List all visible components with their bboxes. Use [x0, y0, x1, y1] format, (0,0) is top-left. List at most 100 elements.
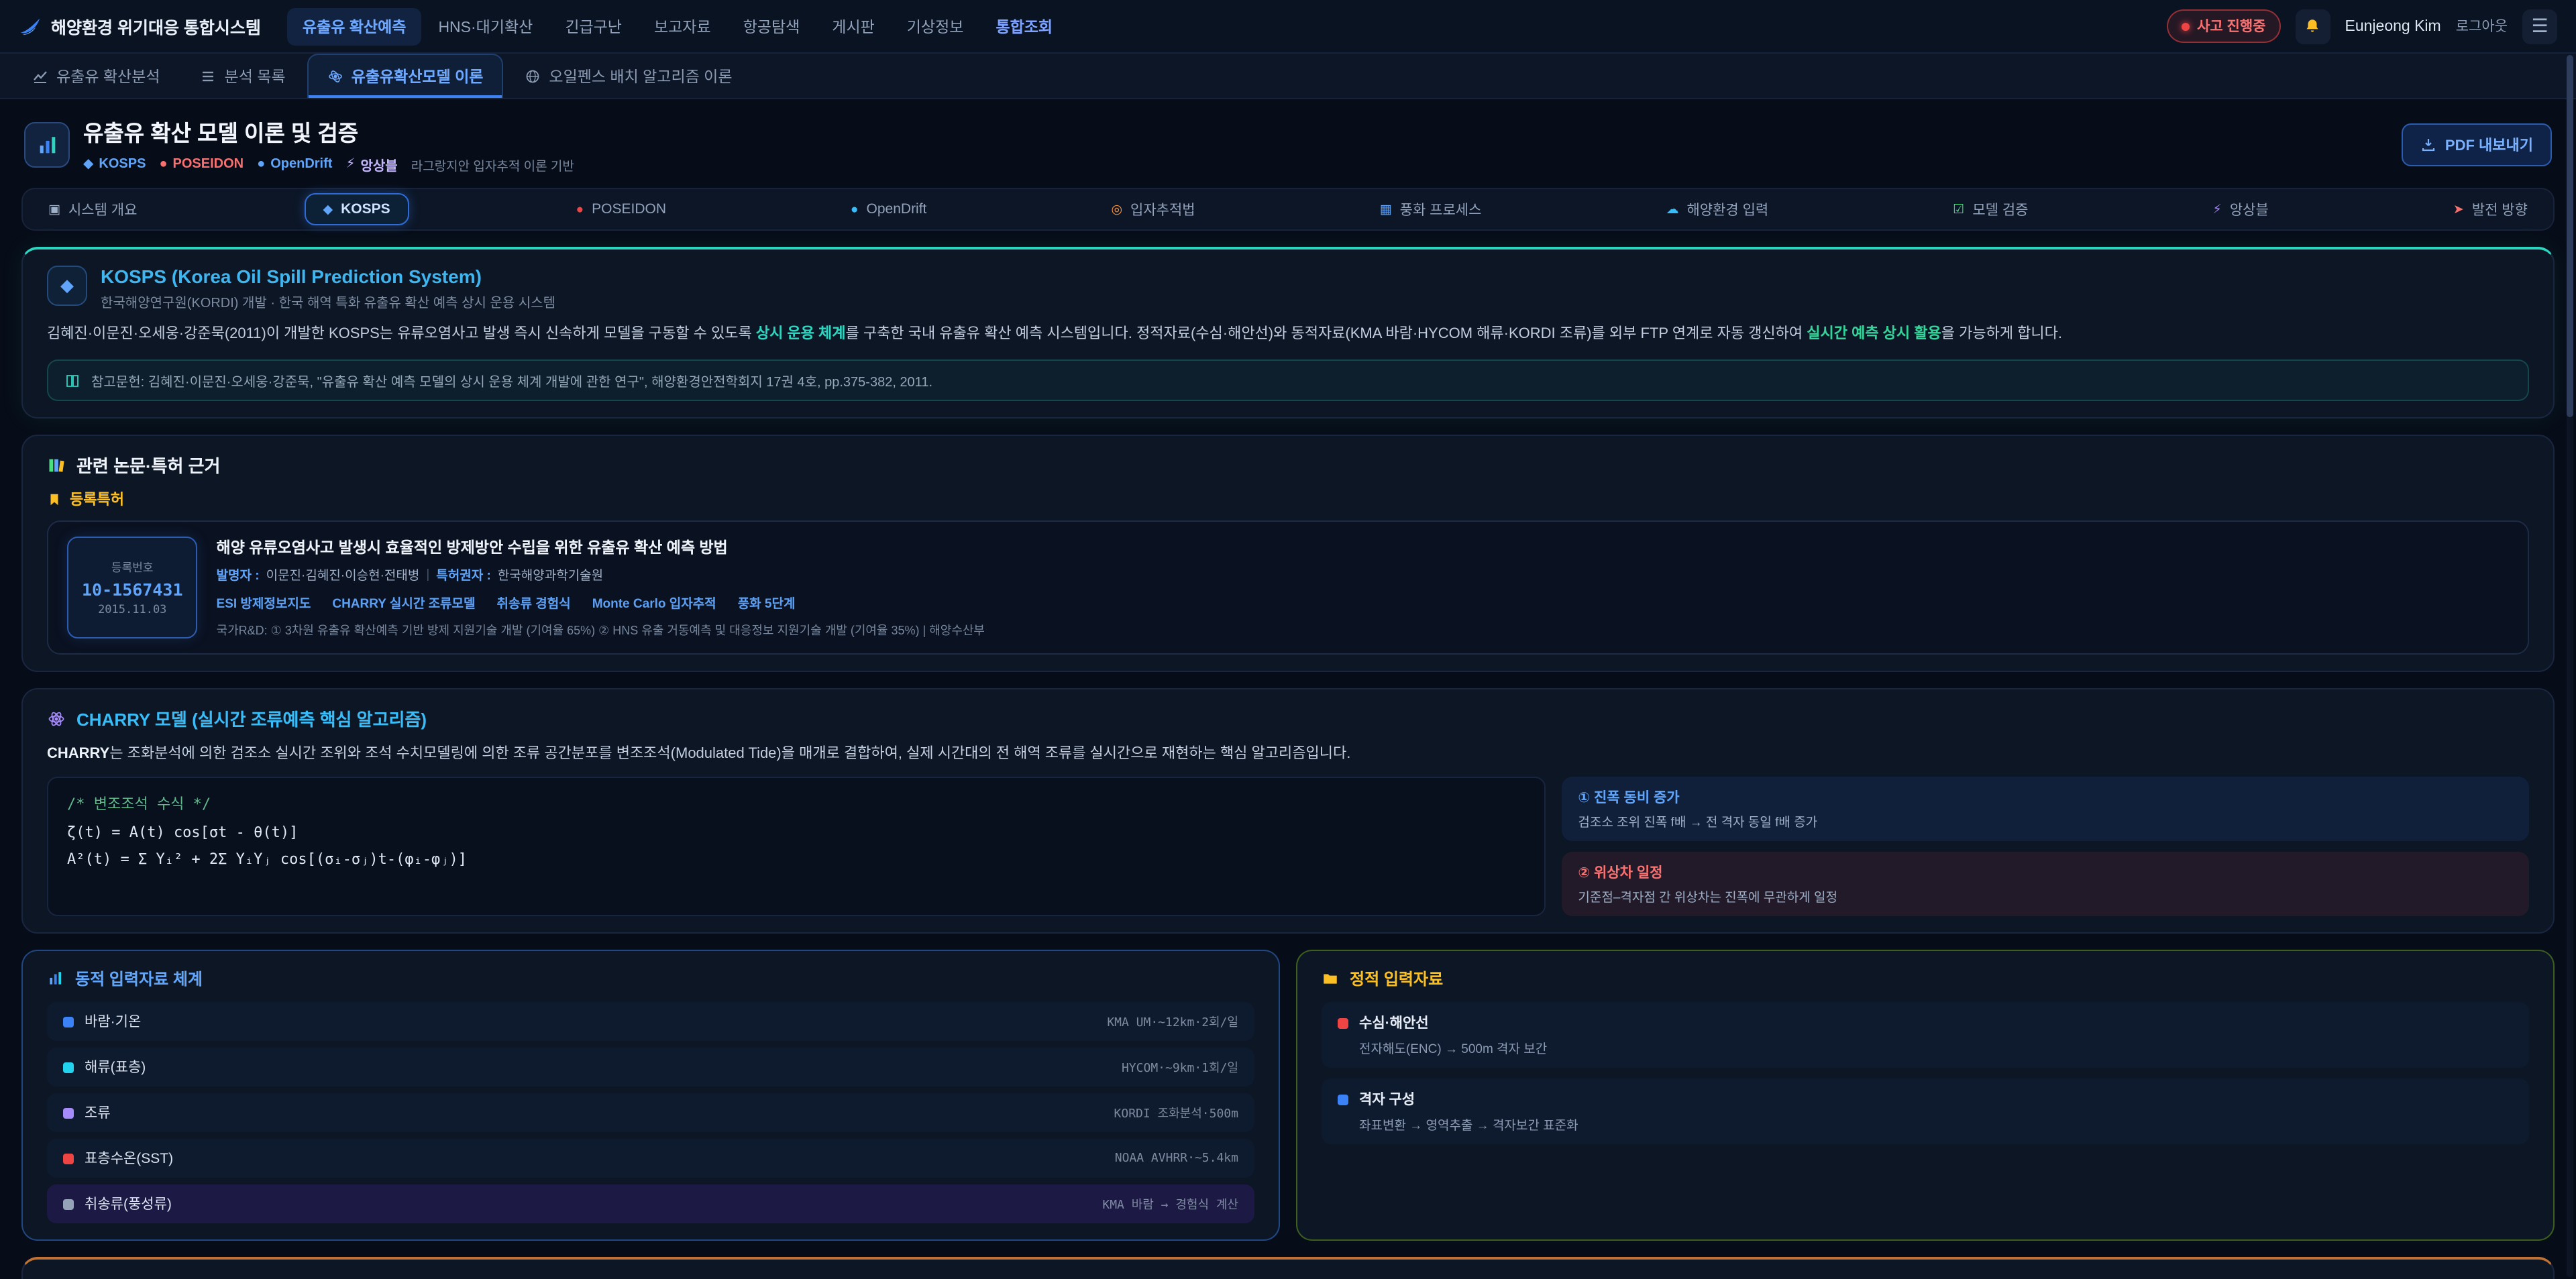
- section-nav-ensemble[interactable]: ⚡앙상블: [2196, 192, 2286, 226]
- charry-formula-block: /* 변조조석 수식 */ ζ(t) = A(t) cos[σt - θ(t)]…: [47, 777, 1546, 917]
- section-nav-future[interactable]: ➤발전 방향: [2436, 192, 2545, 226]
- incident-status-badge[interactable]: 사고 진행중: [2166, 9, 2280, 43]
- dot-icon: ●: [576, 202, 584, 217]
- kosps-reference-box: 참고문헌: 김혜진·이문진·오세웅·강준묵, "유출유 확산 예측 모델의 상시…: [47, 359, 2529, 401]
- dynamic-inputs-card: 동적 입력자료 체계 바람·기온 KMA UM·~12km·2회/일 해류(표층…: [21, 950, 1280, 1241]
- bolt-icon: ⚡: [345, 157, 355, 172]
- section-nav-overview[interactable]: ▣시스템 개요: [31, 192, 154, 226]
- target-icon: ◎: [1111, 202, 1122, 217]
- thermometer-icon: [63, 1154, 74, 1164]
- kosps-description: 김혜진·이문진·오세웅·강준묵(2011)이 개발한 KOSPS는 유류오염사고…: [47, 322, 2529, 346]
- patent-main: 해양 유류오염사고 발생시 효율적인 방제방안 수립을 위한 유출유 확산 예측…: [217, 537, 985, 638]
- nav-item-emergency-rescue[interactable]: 긴급구난: [550, 7, 637, 45]
- static-inputs-title: 정적 입력자료: [1322, 968, 2529, 991]
- highlight-always-on: 상시 운용 체계: [756, 326, 846, 342]
- static-inputs-card: 정적 입력자료 수심·해안선 전자해도(ENC) → 500m 격자 보간 격자…: [1296, 950, 2555, 1241]
- tab-label: 오일펜스 배치 알고리즘 이론: [549, 65, 732, 87]
- tab-analysis-list[interactable]: 분석 목록: [182, 54, 305, 98]
- static-item-bathymetry[interactable]: 수심·해안선 전자해도(ENC) → 500m 격자 보간: [1322, 1003, 2529, 1068]
- pdf-export-button[interactable]: PDF 내보내기: [2402, 123, 2552, 166]
- patent-section-title: 관련 논문·특허 근거: [47, 452, 2529, 478]
- section-nav-poseidon[interactable]: ●POSEIDON: [559, 194, 684, 224]
- cloud-icon: ☁: [1666, 202, 1678, 217]
- nav-item-board[interactable]: 게시판: [817, 7, 890, 45]
- patent-date: 2015.11.03: [98, 603, 166, 616]
- charry-note-phase: ② 위상차 일정 기준점–격자점 간 위상차는 진폭에 무관하게 일정: [1562, 852, 2529, 917]
- section-nav-weathering[interactable]: ▦풍화 프로세스: [1362, 192, 1499, 226]
- incident-dot-icon: [2181, 22, 2189, 30]
- page-scrollbar[interactable]: [2567, 55, 2573, 1276]
- sub-tabbar: 유출유 확산분석 분석 목록 유출유확산모델 이론 오일펜스 배치 알고리즘 이…: [0, 54, 2576, 99]
- app-logo[interactable]: 해양환경 위기대응 통합시스템: [19, 13, 261, 39]
- nav-item-hns-dispersion[interactable]: HNS·대기확산: [423, 7, 547, 45]
- menu-button[interactable]: ☰: [2522, 9, 2557, 44]
- nav-item-spill-forecast[interactable]: 유출유 확산예측: [288, 7, 421, 45]
- wind-icon: [63, 1017, 74, 1027]
- nav-item-aerial-search[interactable]: 항공탐색: [729, 7, 815, 45]
- bar-chart-icon: [47, 970, 64, 988]
- input-row-wind-driven[interactable]: 취송류(풍성류) KMA 바람 → 경험식 계산: [47, 1185, 1254, 1224]
- patent-tag-weathering[interactable]: 풍화 5단계: [738, 593, 796, 612]
- patent-card: 등록번호 10-1567431 2015.11.03 해양 유류오염사고 발생시…: [47, 520, 2529, 655]
- patent-tags: ESI 방제정보지도 CHARRY 실시간 조류모델 취송류 경험식 Monte…: [217, 593, 985, 612]
- section-nav-particle-tracking[interactable]: ◎입자추적법: [1093, 192, 1212, 226]
- notification-bell-button[interactable]: [2296, 9, 2330, 44]
- badge-note: 라그랑지안 입자추적 이론 기반: [411, 155, 574, 174]
- check-icon: ☑: [1953, 202, 1964, 217]
- tab-spill-model-theory[interactable]: 유출유확산모델 이론: [307, 54, 504, 98]
- badge-opendrift: ●OpenDrift: [257, 157, 332, 172]
- app-root: 해양환경 위기대응 통합시스템 유출유 확산예측 HNS·대기확산 긴급구난 보…: [0, 0, 2576, 1279]
- page-title: 유출유 확산 모델 이론 및 검증: [83, 115, 574, 148]
- logout-link[interactable]: 로그아웃: [2456, 16, 2508, 36]
- user-name: Eunjeong Kim: [2345, 18, 2441, 34]
- grid-icon: ▦: [1380, 202, 1392, 217]
- hamburger-icon: ☰: [2531, 15, 2548, 38]
- download-icon: [2421, 137, 2437, 153]
- model-badge-row: ◆KOSPS ●POSEIDON ●OpenDrift ⚡앙상블 라그랑지안 입…: [83, 154, 574, 174]
- bolt-icon: ⚡: [2213, 202, 2222, 217]
- main-content: 유출유 확산 모델 이론 및 검증 ◆KOSPS ●POSEIDON ●Open…: [0, 99, 2576, 1279]
- section-nav-opendrift[interactable]: ●OpenDrift: [833, 194, 944, 224]
- pin-icon: [1338, 1018, 1348, 1029]
- scrollbar-thumb[interactable]: [2567, 55, 2573, 417]
- charry-section: CHARRY 모델 (실시간 조류예측 핵심 알고리즘) CHARRY는 조화분…: [21, 688, 2555, 934]
- tab-label: 유출유확산모델 이론: [352, 66, 484, 87]
- input-row-tide[interactable]: 조류 KORDI 조화분석·500m: [47, 1094, 1254, 1133]
- static-item-grid[interactable]: 격자 구성 좌표변환 → 영역추출 → 격자보간 표준화: [1322, 1079, 2529, 1145]
- tab-spill-analysis[interactable]: 유출유 확산분석: [13, 54, 179, 98]
- input-row-sst[interactable]: 표층수온(SST) NOAA AVHRR·~5.4km: [47, 1139, 1254, 1178]
- patent-meta: 발명자 : 이문진·김혜진·이승현·전태병 | 특허권자 : 한국해양과학기술원: [217, 565, 985, 583]
- tab-oilfence-theory[interactable]: 오일펜스 배치 알고리즘 이론: [506, 54, 751, 98]
- patent-title: 해양 유류오염사고 발생시 효율적인 방제방안 수립을 위한 유출유 확산 예측…: [217, 537, 985, 558]
- nav-item-integrated-search[interactable]: 통합조회: [981, 7, 1067, 45]
- incident-status-label: 사고 진행중: [2197, 16, 2265, 36]
- patent-tag-wdc[interactable]: 취송류 경험식: [497, 593, 571, 612]
- top-navbar: 해양환경 위기대응 통합시스템 유출유 확산예측 HNS·대기확산 긴급구난 보…: [0, 0, 2576, 54]
- patent-section: 관련 논문·특허 근거 등록특허 등록번호 10-1567431 2015.11…: [21, 435, 2555, 672]
- dot-icon: ●: [159, 157, 167, 172]
- patent-tag-montecarlo[interactable]: Monte Carlo 입자추적: [592, 593, 716, 612]
- input-row-wind[interactable]: 바람·기온 KMA UM·~12km·2회/일: [47, 1003, 1254, 1042]
- kosps-diamond-icon: ◆: [47, 266, 87, 306]
- nav-item-reports[interactable]: 보고자료: [639, 7, 726, 45]
- input-row-current[interactable]: 해류(표층) HYCOM·~9km·1회/일: [47, 1048, 1254, 1087]
- dynamic-inputs-title: 동적 입력자료 체계: [47, 968, 1254, 991]
- badge-poseidon: ●POSEIDON: [159, 157, 244, 172]
- nav-item-weather-info[interactable]: 기상정보: [892, 7, 979, 45]
- patent-tag-charry[interactable]: CHARRY 실시간 조류모델: [332, 593, 475, 612]
- diamond-icon: ◆: [323, 202, 333, 217]
- kosps-section: ◆ KOSPS (Korea Oil Spill Prediction Syst…: [21, 247, 2555, 419]
- section-nav-validation[interactable]: ☑모델 검증: [1935, 192, 2045, 226]
- kosps-title: KOSPS (Korea Oil Spill Prediction System…: [101, 266, 555, 287]
- highlight-realtime: 실시간 예측 상시 활용: [1807, 326, 1941, 342]
- patent-tag-esi[interactable]: ESI 방제정보지도: [217, 593, 311, 612]
- wdc-title: 취송류(Wind-Driven Current) 경험식: [47, 1276, 2529, 1279]
- section-nav-kosps[interactable]: ◆KOSPS: [304, 193, 409, 225]
- charry-notes: ① 진폭 동비 증가 검조소 조위 진폭 f배 → 전 격자 동일 f배 증가 …: [1562, 777, 2529, 917]
- wind-driven-icon: [63, 1199, 74, 1210]
- section-nav-ocean-input[interactable]: ☁해양환경 입력: [1648, 192, 1786, 226]
- dot-icon: ●: [257, 157, 265, 172]
- dot-icon: ●: [851, 202, 859, 217]
- holder-label: 특허권자 :: [436, 565, 491, 583]
- globe-icon: [525, 68, 541, 84]
